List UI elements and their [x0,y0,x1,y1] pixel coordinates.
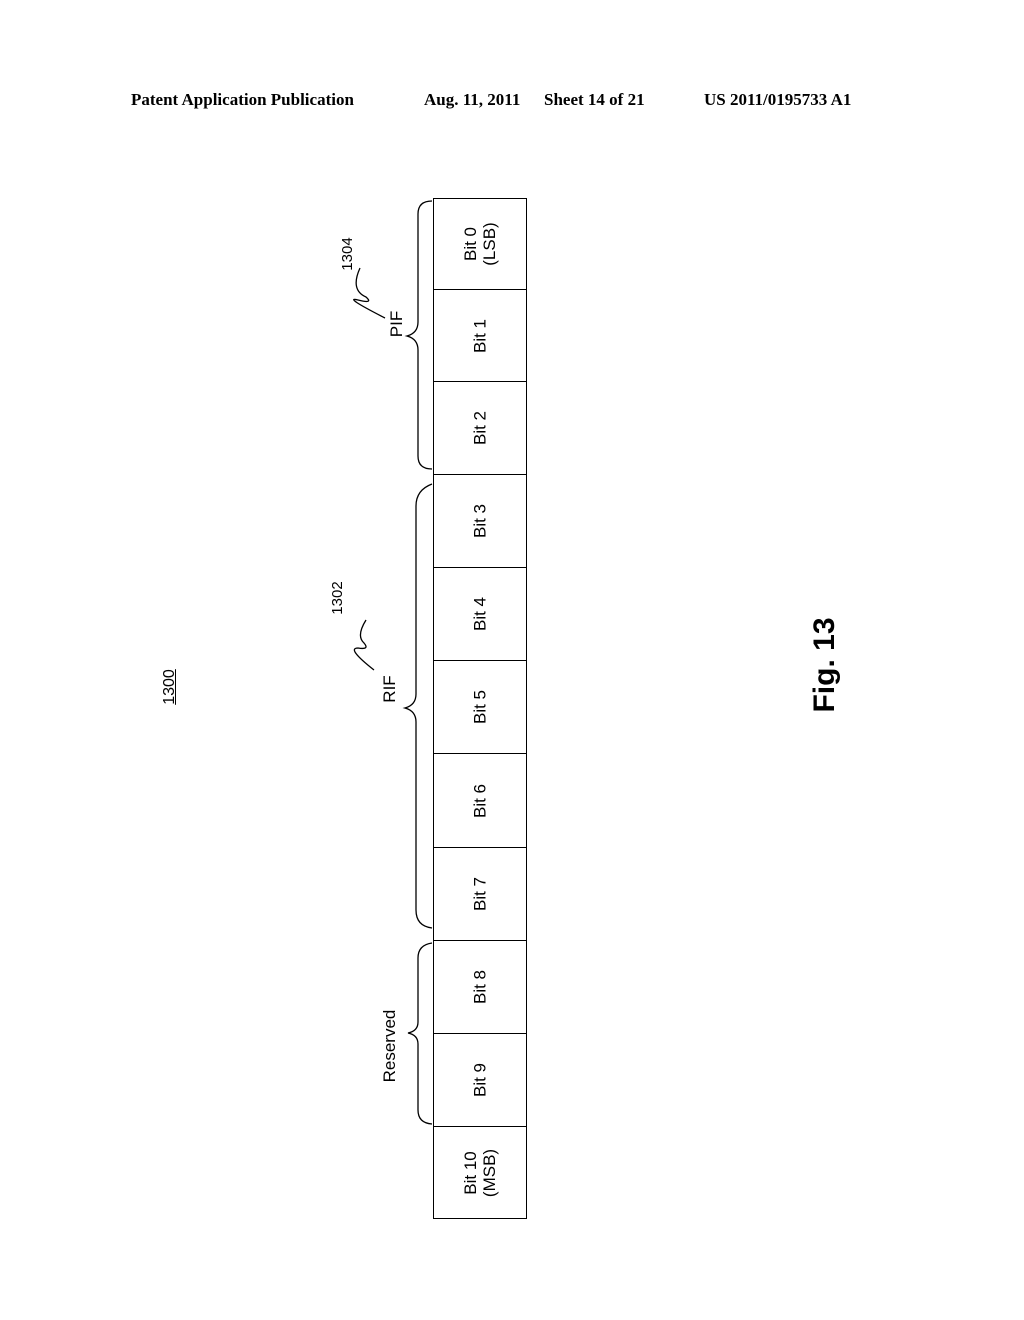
bit-cell-0: Bit 0 (LSB) [433,198,527,290]
bit-cell-5: Bit 5 [433,660,527,754]
patent-number: US 2011/0195733 A1 [704,90,852,109]
bit-cell-label: Bit 4 [470,596,490,632]
bit-cell-10: Bit 10 (MSB) [433,1126,527,1219]
bit-cell-label: Bit 2 [470,410,490,446]
bit-cell-label: Bit 10 (MSB) [461,1148,499,1197]
bit-cell-label: Bit 3 [470,503,490,539]
bit-cell-3: Bit 3 [433,474,527,568]
bit-cell-4: Bit 4 [433,567,527,661]
pif-leader-line [353,267,386,319]
pif-reference-number: 1304 [339,237,356,271]
rif-reference-number: 1302 [329,581,346,615]
bit-cell-label: Bit 6 [470,783,490,818]
bit-cell-9: Bit 9 [433,1033,527,1127]
pif-brace [404,200,433,470]
bit-cell-6: Bit 6 [433,753,527,848]
bit-cell-7: Bit 7 [433,847,527,941]
rif-leader-line [353,619,375,671]
publication-date: Aug. 11, 2011 [424,90,521,109]
bit-register: Bit 0 (LSB) Bit 1 Bit 2 Bit 3 Bit 4 Bit 5… [433,198,527,1219]
sheet-number: Sheet 14 of 21 [544,90,645,109]
pif-group-label: PIF [387,310,406,338]
bit-cell-label: Bit 0 (LSB) [461,222,499,266]
rif-group-label: RIF [380,675,399,703]
figure-caption: Fig. 13 [808,617,841,713]
page-header: Patent Application Publication Aug. 11, … [0,90,1024,112]
bit-cell-8: Bit 8 [433,940,527,1034]
bit-cell-label: Bit 5 [470,689,490,725]
bit-cell-2: Bit 2 [433,381,527,475]
bit-cell-label: Bit 9 [470,1062,490,1098]
rif-brace [402,483,433,929]
bit-cell-label: Bit 8 [470,969,490,1005]
publication-type: Patent Application Publication [131,90,354,109]
reserved-brace [407,942,433,1125]
bit-cell-1: Bit 1 [433,289,527,382]
reserved-group-label: Reserved [380,1009,399,1083]
bit-cell-label: Bit 7 [470,876,490,912]
figure-reference-number: 1300 [161,669,178,705]
bit-cell-label: Bit 1 [470,318,490,353]
